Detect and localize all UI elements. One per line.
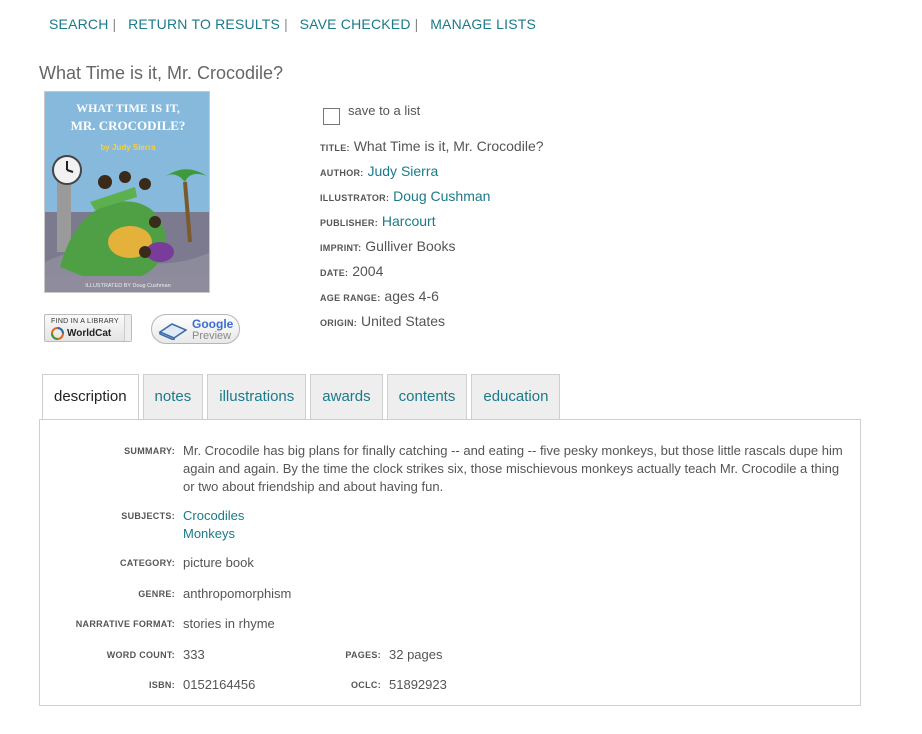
google-label: Google	[192, 317, 234, 331]
cover-illustrator: ILLUSTRATED BY Doug Cushman	[85, 283, 170, 289]
narrative-format-value: stories in rhyme	[183, 616, 275, 631]
meta-age-label: AGE RANGE:	[320, 293, 381, 303]
oclc-value: 51892923	[389, 677, 447, 692]
google-preview-button[interactable]: Google Preview	[151, 314, 240, 344]
meta-origin-row: ORIGIN: United States	[320, 313, 544, 338]
oclc-label: OCLC:	[351, 680, 381, 690]
meta-illustrator-row: ILLUSTRATOR: Doug Cushman	[320, 188, 544, 213]
meta-origin-label: ORIGIN:	[320, 318, 358, 328]
meta-imprint-value: Gulliver Books	[365, 238, 456, 254]
publisher-link[interactable]: Harcourt	[382, 213, 436, 229]
pages-label: PAGES:	[345, 650, 381, 660]
nav-separator: |	[284, 16, 288, 32]
meta-age-row: AGE RANGE: ages 4-6	[320, 288, 544, 313]
genre-label: GENRE:	[138, 589, 175, 599]
author-link[interactable]: Judy Sierra	[367, 163, 438, 179]
description-panel: SUMMARY: Mr. Crocodile has big plans for…	[39, 419, 861, 706]
meta-title-value: What Time is it, Mr. Crocodile?	[353, 138, 544, 154]
chevron-right-icon	[124, 315, 131, 341]
top-nav: SEARCH | RETURN TO RESULTS | SAVE CHECKED |…	[49, 16, 536, 32]
book-metadata: TITLE: What Time is it, Mr. Crocodile? A…	[320, 138, 544, 338]
word-count-label: WORD COUNT:	[106, 650, 175, 660]
book-icon	[158, 323, 188, 340]
save-to-list: save to a list	[323, 102, 420, 125]
meta-publisher-row: PUBLISHER: Harcourt	[320, 213, 544, 238]
worldcat-logo-icon	[51, 327, 64, 340]
isbn-label: ISBN:	[149, 680, 175, 690]
meta-publisher-label: PUBLISHER:	[320, 218, 379, 228]
cover-title-line-1: WHAT TIME IS IT,	[76, 101, 180, 115]
save-checked-link[interactable]: SAVE CHECKED	[300, 16, 411, 32]
meta-title-row: TITLE: What Time is it, Mr. Crocodile?	[320, 138, 544, 163]
narrative-format-label: NARRATIVE FORMAT:	[75, 619, 175, 629]
detail-tabs: description notes illustrations awards c…	[42, 374, 564, 421]
subject-link-monkeys[interactable]: Monkeys	[183, 525, 244, 543]
meta-illustrator-label: ILLUSTRATOR:	[320, 193, 390, 203]
isbn-value: 0152164456	[183, 677, 256, 692]
category-label: CATEGORY:	[119, 558, 175, 568]
save-to-list-label: save to a list	[348, 103, 421, 118]
tab-contents[interactable]: contents	[386, 374, 468, 420]
meta-imprint-label: IMPRINT:	[320, 243, 362, 253]
book-cover-image: WHAT TIME IS IT, MR. CROCODILE? by Judy …	[44, 91, 210, 293]
pages-value: 32 pages	[389, 647, 443, 662]
meta-date-value: 2004	[352, 263, 384, 279]
meta-date-label: DATE:	[320, 268, 349, 278]
subjects-list: Crocodiles Monkeys	[183, 507, 244, 543]
meta-title-label: TITLE:	[320, 143, 350, 153]
meta-imprint-row: IMPRINT: Gulliver Books	[320, 238, 544, 263]
genre-value: anthropomorphism	[183, 586, 292, 601]
illustrator-link[interactable]: Doug Cushman	[393, 188, 490, 204]
tab-illustrations[interactable]: illustrations	[207, 374, 307, 420]
worldcat-label: WorldCat	[67, 328, 112, 339]
page-title: What Time is it, Mr. Crocodile?	[39, 63, 284, 83]
preview-label: Preview	[192, 330, 232, 342]
category-value: picture book	[183, 555, 254, 570]
tab-notes[interactable]: notes	[142, 374, 204, 420]
subject-link-crocodiles[interactable]: Crocodiles	[183, 507, 244, 525]
return-to-results-link[interactable]: RETURN TO RESULTS	[128, 16, 280, 32]
nav-separator: |	[414, 16, 419, 32]
nav-separator: |	[112, 16, 117, 32]
tab-awards[interactable]: awards	[310, 374, 383, 420]
meta-date-row: DATE: 2004	[320, 263, 544, 288]
meta-author-row: AUTHOR: Judy Sierra	[320, 163, 544, 188]
search-link[interactable]: SEARCH	[49, 16, 109, 32]
cover-title-line-2: MR. CROCODILE?	[71, 118, 186, 133]
summary-label: SUMMARY:	[124, 446, 175, 456]
worldcat-small-label: FIND IN A LIBRARY	[51, 318, 119, 325]
subjects-label: SUBJECTS:	[121, 511, 175, 521]
word-count-value: 333	[183, 647, 205, 662]
cover-author: by Judy Sierra	[100, 143, 156, 152]
manage-lists-link[interactable]: MANAGE LISTS	[430, 16, 536, 32]
meta-origin-value: United States	[361, 313, 446, 329]
find-in-library-button[interactable]: FIND IN A LIBRARY WorldCat	[44, 314, 132, 342]
tab-description[interactable]: description	[42, 374, 139, 421]
save-to-list-checkbox[interactable]	[323, 108, 340, 125]
summary-text: Mr. Crocodile has big plans for finally …	[183, 443, 843, 494]
meta-age-value: ages 4-6	[384, 288, 439, 304]
tab-education[interactable]: education	[471, 374, 561, 420]
meta-author-label: AUTHOR:	[320, 168, 364, 178]
